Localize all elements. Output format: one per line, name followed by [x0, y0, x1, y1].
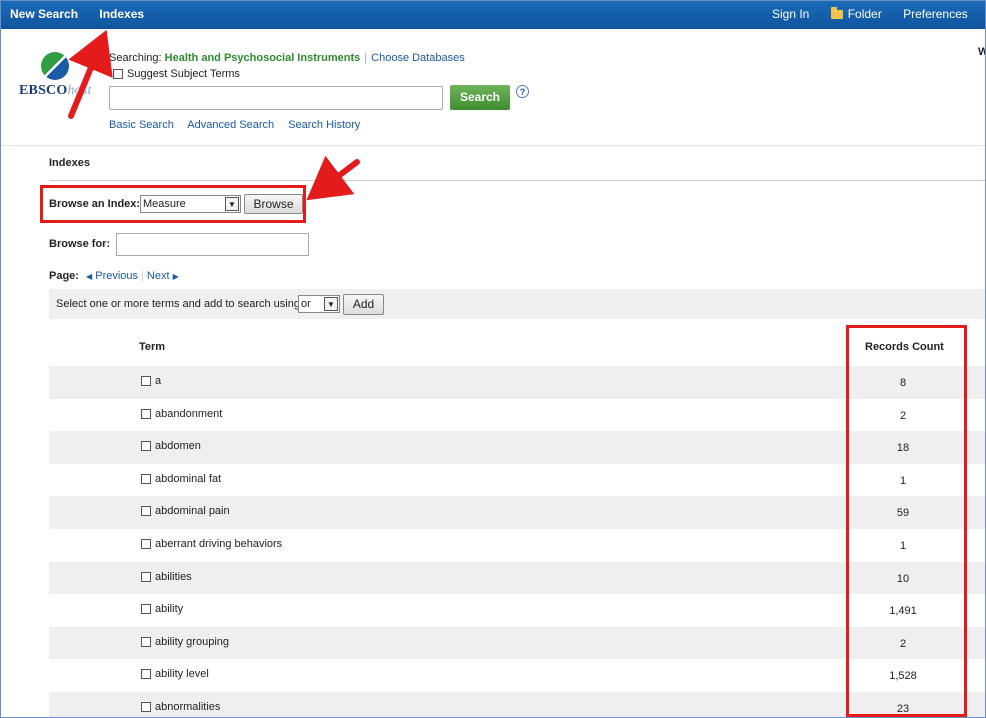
arrow-to-indexes — [68, 29, 113, 119]
page-frame: New Search Indexes Sign In Folder Prefer… — [0, 0, 986, 718]
annotation-arrows — [68, 29, 360, 201]
arrow-to-browse — [306, 155, 360, 201]
